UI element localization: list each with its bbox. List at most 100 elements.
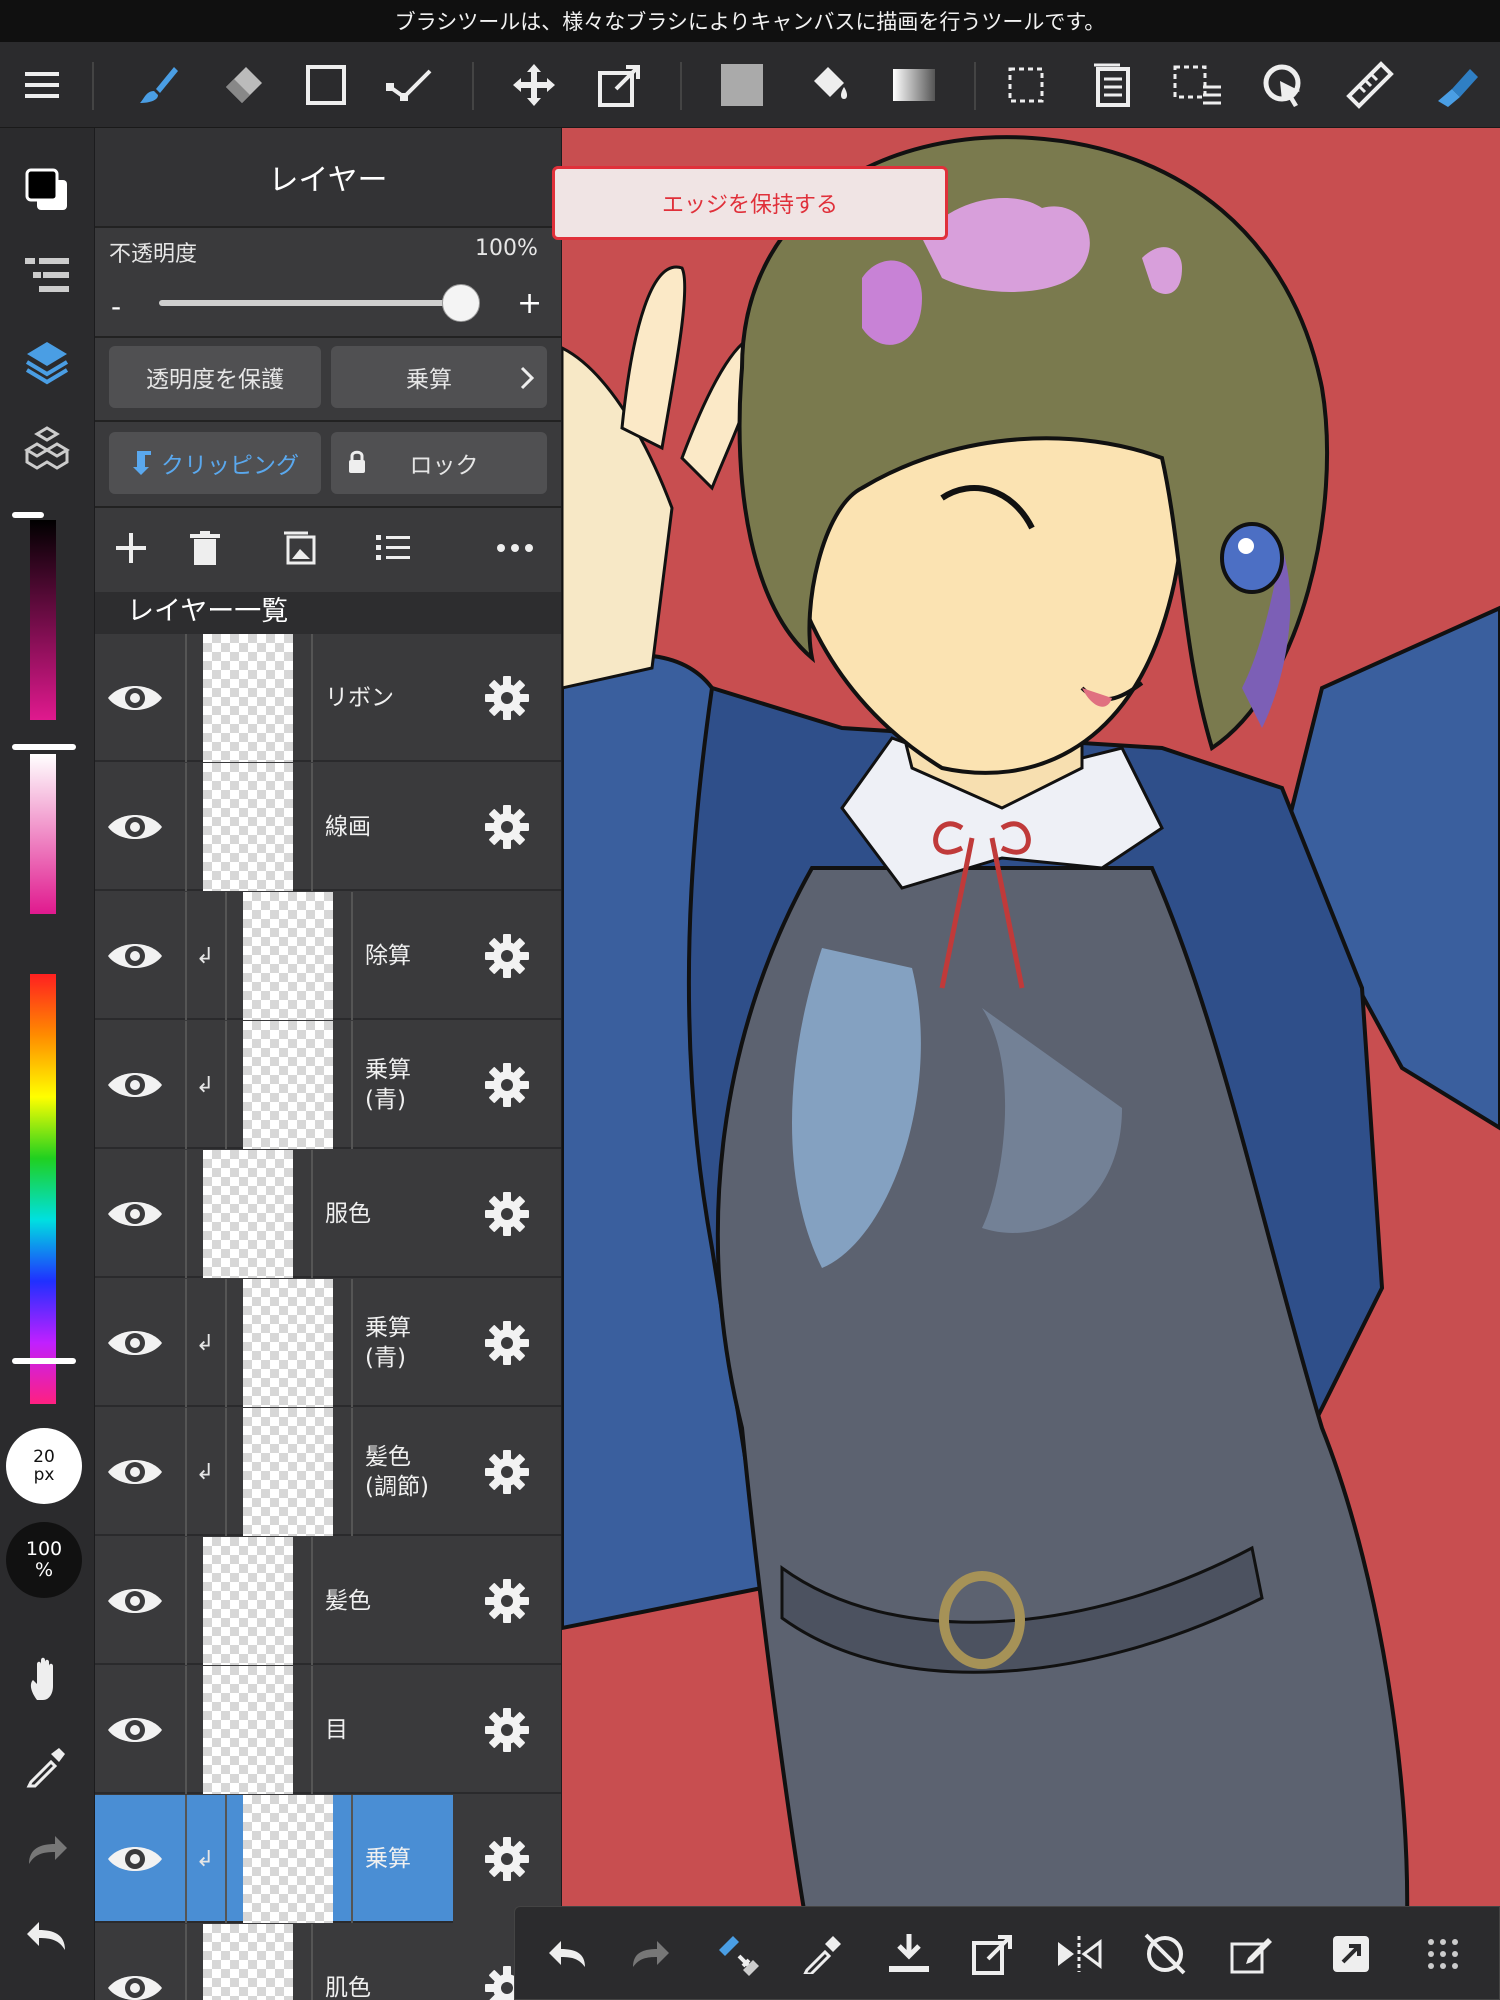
brush-size-indicator[interactable]: 20 px (6, 1428, 82, 1504)
eyedropper-icon[interactable] (15, 1734, 79, 1798)
layer-visibility-toggle[interactable] (105, 1702, 165, 1758)
grid-menu-button[interactable] (1411, 1922, 1475, 1986)
layer-row[interactable]: リボン (95, 634, 561, 762)
rectangle-icon[interactable] (294, 53, 358, 117)
layer-settings-button[interactable] (453, 892, 561, 1020)
select-rect-icon[interactable] (994, 53, 1058, 117)
layers-icon[interactable] (15, 330, 79, 394)
layer-settings-button[interactable] (453, 1279, 561, 1407)
layer-visibility-toggle[interactable] (105, 928, 165, 984)
quick-export-button[interactable] (1319, 1922, 1383, 1986)
lasso-icon[interactable] (1252, 53, 1316, 117)
saturation-slider-handle[interactable] (12, 744, 76, 750)
drawing-canvas[interactable] (562, 128, 1500, 2000)
bucket-icon[interactable] (796, 53, 860, 117)
layer-row[interactable]: ↲ 除算 (95, 892, 561, 1020)
save-button[interactable] (877, 1922, 941, 1986)
clipping-button[interactable]: クリッピング (109, 432, 321, 494)
delete-layer-button[interactable] (177, 520, 233, 576)
fill-color-icon[interactable] (710, 53, 774, 117)
layer-row[interactable]: ↲ 乗算 (青) (95, 1279, 561, 1407)
opacity-minus-button[interactable]: - (111, 290, 121, 323)
gear-icon (485, 1192, 529, 1236)
edit-layer-button[interactable] (1219, 1922, 1283, 1986)
layer-row[interactable]: ↲ 乗算 (青) (95, 1021, 561, 1149)
layer-settings-button[interactable] (453, 1795, 561, 1923)
layer-thumbnail (203, 1924, 293, 2000)
layer-settings-button[interactable] (453, 1666, 561, 1794)
layer-visibility-toggle[interactable] (105, 1186, 165, 1242)
value-slider-track[interactable] (30, 520, 56, 720)
undo-icon[interactable] (15, 1904, 79, 1968)
eraser-icon[interactable] (210, 53, 274, 117)
redo-button[interactable] (619, 1922, 683, 1986)
layer-visibility-toggle[interactable] (105, 670, 165, 726)
clipping-indicator-icon: ↲ (195, 1330, 215, 1356)
eye-icon (108, 1202, 162, 1226)
flip-button[interactable] (1047, 1922, 1111, 1986)
layer-row[interactable]: 肌色 (95, 1924, 561, 2000)
clipping-arrow-icon (133, 451, 151, 475)
clipping-indicator-icon: ↲ (195, 943, 215, 969)
layer-row[interactable]: 服色 (95, 1150, 561, 1278)
ruler-icon[interactable] (1338, 53, 1402, 117)
export-button[interactable] (961, 1922, 1025, 1986)
add-layer-button[interactable] (103, 520, 159, 576)
layer-row[interactable]: 目 (95, 1666, 561, 1794)
value-slider-handle[interactable] (12, 512, 44, 518)
eyedropper-button[interactable] (791, 1922, 855, 1986)
blend-mode-button[interactable]: 乗算 (331, 346, 547, 408)
layer-row[interactable]: 線画 (95, 763, 561, 891)
gradient-icon[interactable] (882, 53, 946, 117)
saturation-slider-track[interactable] (30, 754, 56, 914)
layer-row[interactable]: ↲ 髪色 (調節) (95, 1408, 561, 1536)
edit-icon (1230, 1938, 1272, 1974)
layer-visibility-toggle[interactable] (105, 1831, 165, 1887)
edge-keep-popup[interactable]: エッジを保持する (552, 166, 948, 240)
layer-settings-button[interactable] (453, 1408, 561, 1536)
hand-icon[interactable] (15, 1648, 79, 1712)
layer-list-title: レイヤー一覧 (95, 592, 561, 634)
materials-icon[interactable] (15, 416, 79, 480)
current-brush-icon[interactable] (1424, 53, 1488, 117)
color-swatch-icon[interactable] (15, 158, 79, 222)
selection-layer-icon[interactable] (1166, 53, 1230, 117)
protect-alpha-button[interactable]: 透明度を保護 (109, 346, 321, 408)
undo-button[interactable] (535, 1922, 599, 1986)
move-icon[interactable] (502, 53, 566, 117)
layer-visibility-toggle[interactable] (105, 1315, 165, 1371)
layer-visibility-toggle[interactable] (105, 799, 165, 855)
layer-visibility-toggle[interactable] (105, 1960, 165, 2000)
layer-settings-button[interactable] (453, 763, 561, 891)
layer-image-button[interactable] (271, 520, 327, 576)
image-icon (284, 531, 316, 565)
layer-visibility-toggle[interactable] (105, 1057, 165, 1113)
menu-icon[interactable] (10, 53, 74, 117)
opacity-slider-track[interactable] (159, 300, 461, 306)
rotation-reset-button[interactable] (1133, 1922, 1197, 1986)
transform-icon[interactable] (588, 53, 652, 117)
artwork (562, 135, 1500, 2000)
brush-eraser-toggle[interactable] (705, 1922, 769, 1986)
layer-settings-button[interactable] (453, 1537, 561, 1665)
layer-settings-button[interactable] (453, 1021, 561, 1149)
brush-icon[interactable] (126, 53, 190, 117)
vertex-tool-icon[interactable] (380, 53, 444, 117)
layer-visibility-toggle[interactable] (105, 1444, 165, 1500)
paste-icon[interactable] (1080, 53, 1144, 117)
opacity-plus-button[interactable]: + (517, 286, 542, 321)
layer-row[interactable]: 髪色 (95, 1537, 561, 1665)
lock-button[interactable]: ロック (331, 432, 547, 494)
redo-icon[interactable] (15, 1818, 79, 1882)
layer-list-button[interactable] (365, 520, 421, 576)
layer-settings-button[interactable] (453, 1150, 561, 1278)
brush-opacity-indicator[interactable]: 100 % (6, 1522, 82, 1598)
layer-row[interactable]: ↲ 乗算 (95, 1795, 561, 1923)
brush-list-icon[interactable] (15, 244, 79, 308)
layer-settings-button[interactable] (453, 634, 561, 762)
hue-slider-handle[interactable] (12, 1358, 76, 1364)
layer-visibility-toggle[interactable] (105, 1573, 165, 1629)
more-options-button[interactable] (487, 520, 543, 576)
hue-slider-track[interactable] (30, 974, 56, 1404)
opacity-slider-knob[interactable] (442, 284, 480, 322)
